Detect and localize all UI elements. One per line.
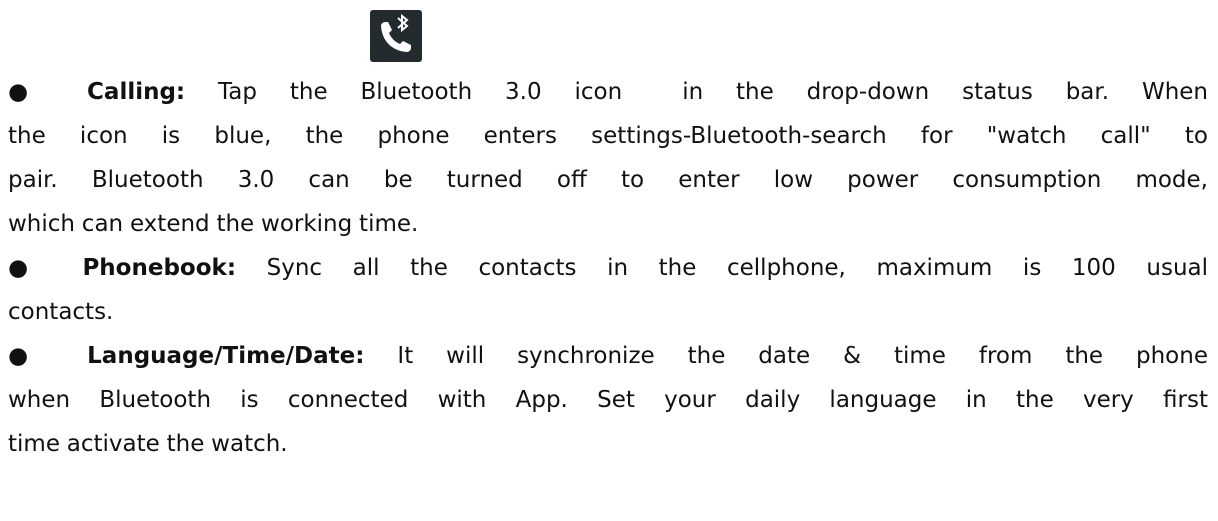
calling-line-4: which can extend the working time. (8, 211, 419, 237)
language-text: It will synchronize the date & time from… (397, 343, 1208, 369)
phonebook-line-2: contacts. (8, 299, 114, 325)
language-bullet: ● (8, 343, 55, 369)
calling-bullet: ● (8, 79, 55, 105)
phonebook-line-1: ● Phonebook: Sync all the contacts in th… (8, 254, 1208, 282)
bluetooth-call-icon (370, 10, 422, 62)
calling-line-3: pair. Bluetooth 3.0 can be turned off to… (8, 167, 1208, 193)
language-line-1: ● Language/Time/Date: It will synchroniz… (8, 342, 1208, 370)
calling-line-1: ● Calling: Tap the Bluetooth 3.0 icon in … (8, 78, 1208, 106)
calling-text-after-icon: in the drop-down status bar. When (682, 79, 1208, 105)
phonebook-label: Phonebook: (82, 255, 237, 281)
language-line-2: when Bluetooth is connected with App. Se… (8, 387, 1208, 413)
calling-line-2: the icon is blue, the phone enters setti… (8, 123, 1208, 149)
calling-text-before-icon: Tap the Bluetooth 3.0 icon (218, 79, 623, 105)
language-line-3: time activate the watch. (8, 431, 288, 457)
manual-page: ● Calling: Tap the Bluetooth 3.0 icon in … (0, 0, 1218, 521)
calling-label: Calling: (87, 79, 186, 105)
phonebook-text: Sync all the contacts in the cellphone, … (266, 255, 1209, 281)
language-label: Language/Time/Date: (87, 343, 365, 369)
phonebook-bullet: ● (8, 255, 52, 281)
